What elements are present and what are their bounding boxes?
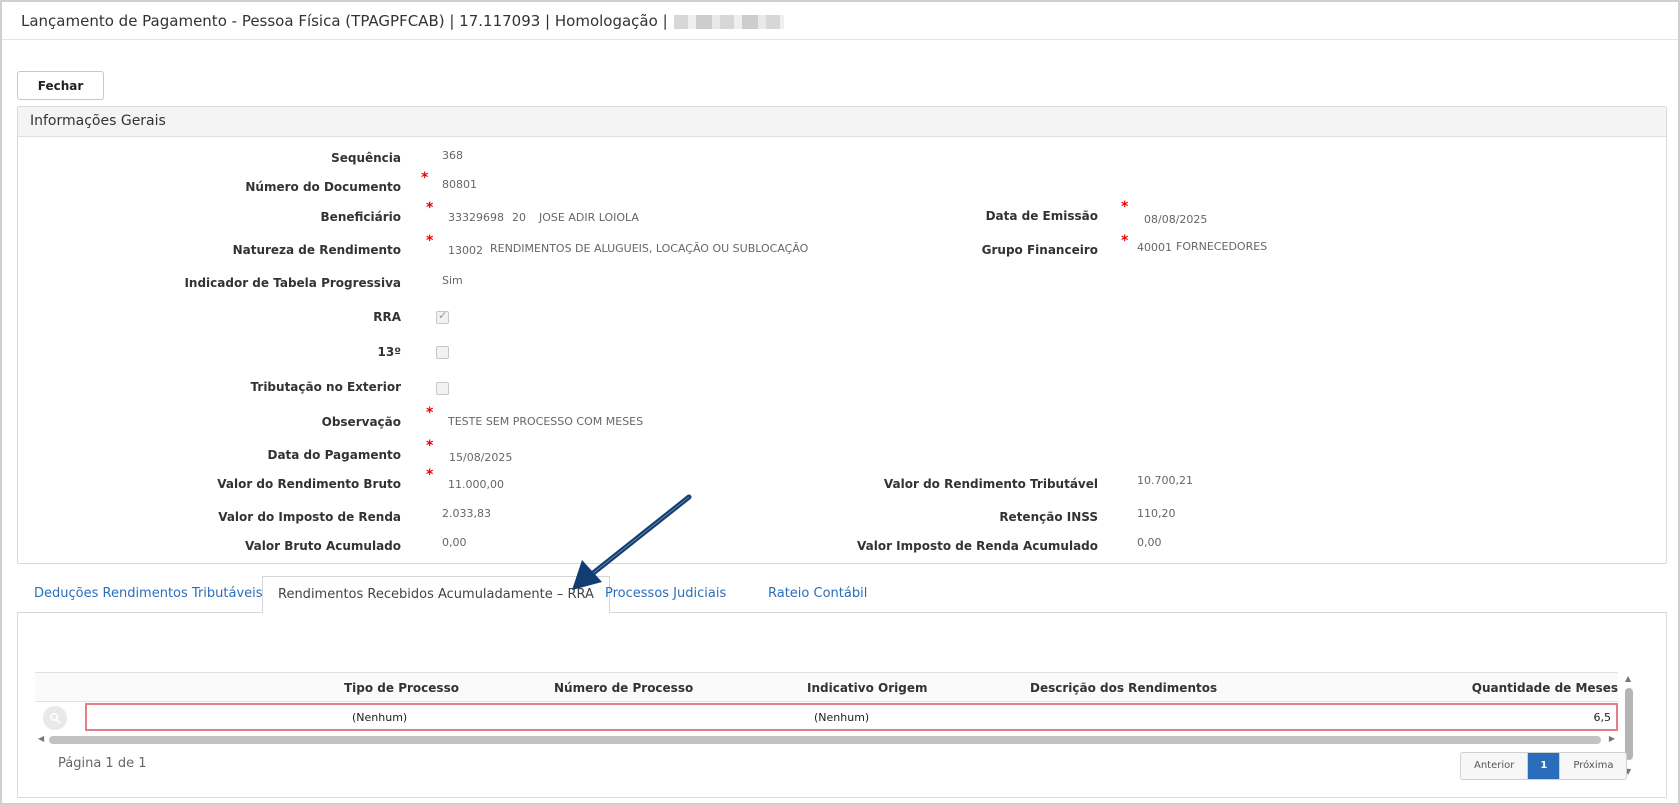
label-natureza-rendimento: Natureza de Rendimento xyxy=(232,243,401,257)
application-window: Lançamento de Pagamento - Pessoa Física … xyxy=(0,0,1680,805)
grid-header: Tipo de Processo Número de Processo Indi… xyxy=(35,672,1618,702)
value-retencao-inss: 110,20 xyxy=(1137,507,1176,520)
label-valor-rendimento-tributavel: Valor do Rendimento Tributável xyxy=(883,477,1098,491)
value-valor-rendimento-bruto: 11.000,00 xyxy=(448,478,504,491)
required-marker: * xyxy=(426,405,434,421)
value-valor-bruto-acumulado: 0,00 xyxy=(442,536,467,549)
tab-rra[interactable]: Rendimentos Recebidos Acumuladamente – R… xyxy=(262,576,610,614)
required-marker: * xyxy=(426,200,434,216)
pagination-control: Anterior 1 Próxima xyxy=(1460,752,1628,780)
value-grupo-code: 40001 xyxy=(1137,241,1172,254)
label-numero-documento: Número do Documento xyxy=(245,180,401,194)
value-sequencia: 368 xyxy=(442,149,463,162)
label-observacao: Observação xyxy=(321,415,401,429)
column-header-numero-processo[interactable]: Número de Processo xyxy=(554,681,693,695)
value-grupo-desc: FORNECEDORES xyxy=(1176,240,1268,253)
table-row[interactable]: (Nenhum) (Nenhum) 6,5 xyxy=(85,703,1618,731)
rra-grid: Tipo de Processo Número de Processo Indi… xyxy=(35,672,1618,782)
value-beneficiario-sub: 20 xyxy=(512,211,526,224)
required-marker: * xyxy=(421,170,429,186)
label-valor-rendimento-bruto: Valor do Rendimento Bruto xyxy=(217,477,401,491)
title-bar: Lançamento de Pagamento - Pessoa Física … xyxy=(2,2,1678,40)
label-data-pagamento: Data do Pagamento xyxy=(267,448,401,462)
column-header-tipo-processo[interactable]: Tipo de Processo xyxy=(344,681,459,695)
scroll-left-icon[interactable]: ◀ xyxy=(38,734,44,743)
annotation-arrow-icon xyxy=(572,494,692,590)
label-indicador-tabela: Indicador de Tabela Progressiva xyxy=(184,276,401,290)
general-info-panel: Informações Gerais xyxy=(17,106,1667,564)
decimo-terceiro-checkbox[interactable] xyxy=(436,346,449,359)
value-valor-rendimento-tributavel: 10.700,21 xyxy=(1137,474,1193,487)
column-header-descricao-rendimentos[interactable]: Descrição dos Rendimentos xyxy=(1030,681,1217,695)
label-data-emissao: Data de Emissão xyxy=(985,209,1098,223)
panel-title: Informações Gerais xyxy=(18,107,1666,137)
label-rra: RRA xyxy=(373,310,401,324)
label-grupo-financeiro: Grupo Financeiro xyxy=(981,243,1098,257)
window-title: Lançamento de Pagamento - Pessoa Física … xyxy=(21,12,785,30)
scroll-up-icon[interactable]: ▲ xyxy=(1625,674,1631,683)
rra-checkbox[interactable] xyxy=(436,309,449,324)
close-button[interactable]: Fechar xyxy=(17,71,104,100)
vertical-scroll-thumb[interactable] xyxy=(1625,688,1633,760)
value-natureza-code: 13002 xyxy=(448,244,483,257)
label-valor-ir-acumulado: Valor Imposto de Renda Acumulado xyxy=(856,539,1098,553)
page-1-button[interactable]: 1 xyxy=(1528,753,1561,779)
tab-bar: Deduções Rendimentos Tributáveis Rendime… xyxy=(17,576,1667,614)
value-indicador-tabela: Sim xyxy=(442,274,463,287)
horizontal-scroll-thumb[interactable] xyxy=(49,736,1601,744)
previous-page-button[interactable]: Anterior xyxy=(1461,753,1529,779)
column-header-indicativo-origem[interactable]: Indicativo Origem xyxy=(807,681,927,695)
value-natureza-desc: RENDIMENTOS DE ALUGUEIS, LOCAÇÃO OU SUBL… xyxy=(490,242,809,255)
horizontal-scrollbar[interactable]: ◀ ▶ xyxy=(35,733,1618,747)
label-valor-bruto-acumulado: Valor Bruto Acumulado xyxy=(245,539,401,553)
value-data-pagamento: 15/08/2025 xyxy=(449,451,513,464)
label-decimo-terceiro: 13º xyxy=(377,345,401,359)
required-marker: * xyxy=(426,233,434,249)
label-tributacao-exterior: Tributação no Exterior xyxy=(250,380,401,394)
value-observacao: TESTE SEM PROCESSO COM MESES xyxy=(448,415,644,428)
search-icon[interactable] xyxy=(43,706,67,730)
column-header-quantidade-meses[interactable]: Quantidade de Meses xyxy=(1472,681,1618,695)
scroll-right-icon[interactable]: ▶ xyxy=(1609,734,1615,743)
tab-deducoes[interactable]: Deduções Rendimentos Tributáveis xyxy=(19,576,278,613)
value-valor-imposto-renda: 2.033,83 xyxy=(442,507,491,520)
label-retencao-inss: Retenção INSS xyxy=(999,510,1098,524)
required-marker: * xyxy=(1121,199,1129,215)
label-beneficiario: Beneficiário xyxy=(320,210,401,224)
cell-quantidade-meses: 6,5 xyxy=(1593,711,1612,724)
window-title-text: Lançamento de Pagamento - Pessoa Física … xyxy=(21,12,668,30)
cell-indicativo-origem: (Nenhum) xyxy=(814,711,870,724)
value-data-emissao: 08/08/2025 xyxy=(1144,213,1208,226)
required-marker: * xyxy=(426,438,434,454)
required-marker: * xyxy=(1121,233,1129,249)
tab-rateio-contabil[interactable]: Rateio Contábil xyxy=(753,576,882,613)
value-beneficiario-code: 33329698 xyxy=(448,211,504,224)
value-numero-documento: 80801 xyxy=(442,178,477,191)
label-sequencia: Sequência xyxy=(331,151,401,165)
redacted-user-block xyxy=(674,14,785,29)
value-beneficiario-name: JOSE ADIR LOIOLA xyxy=(539,211,639,224)
label-valor-imposto-renda: Valor do Imposto de Renda xyxy=(218,510,401,524)
required-marker: * xyxy=(426,467,434,483)
pagination-summary: Página 1 de 1 xyxy=(58,756,147,771)
cell-tipo-processo: (Nenhum) xyxy=(352,711,408,724)
value-valor-ir-acumulado: 0,00 xyxy=(1137,536,1162,549)
next-page-button[interactable]: Próxima xyxy=(1560,753,1627,779)
tributacao-exterior-checkbox[interactable] xyxy=(436,382,449,395)
